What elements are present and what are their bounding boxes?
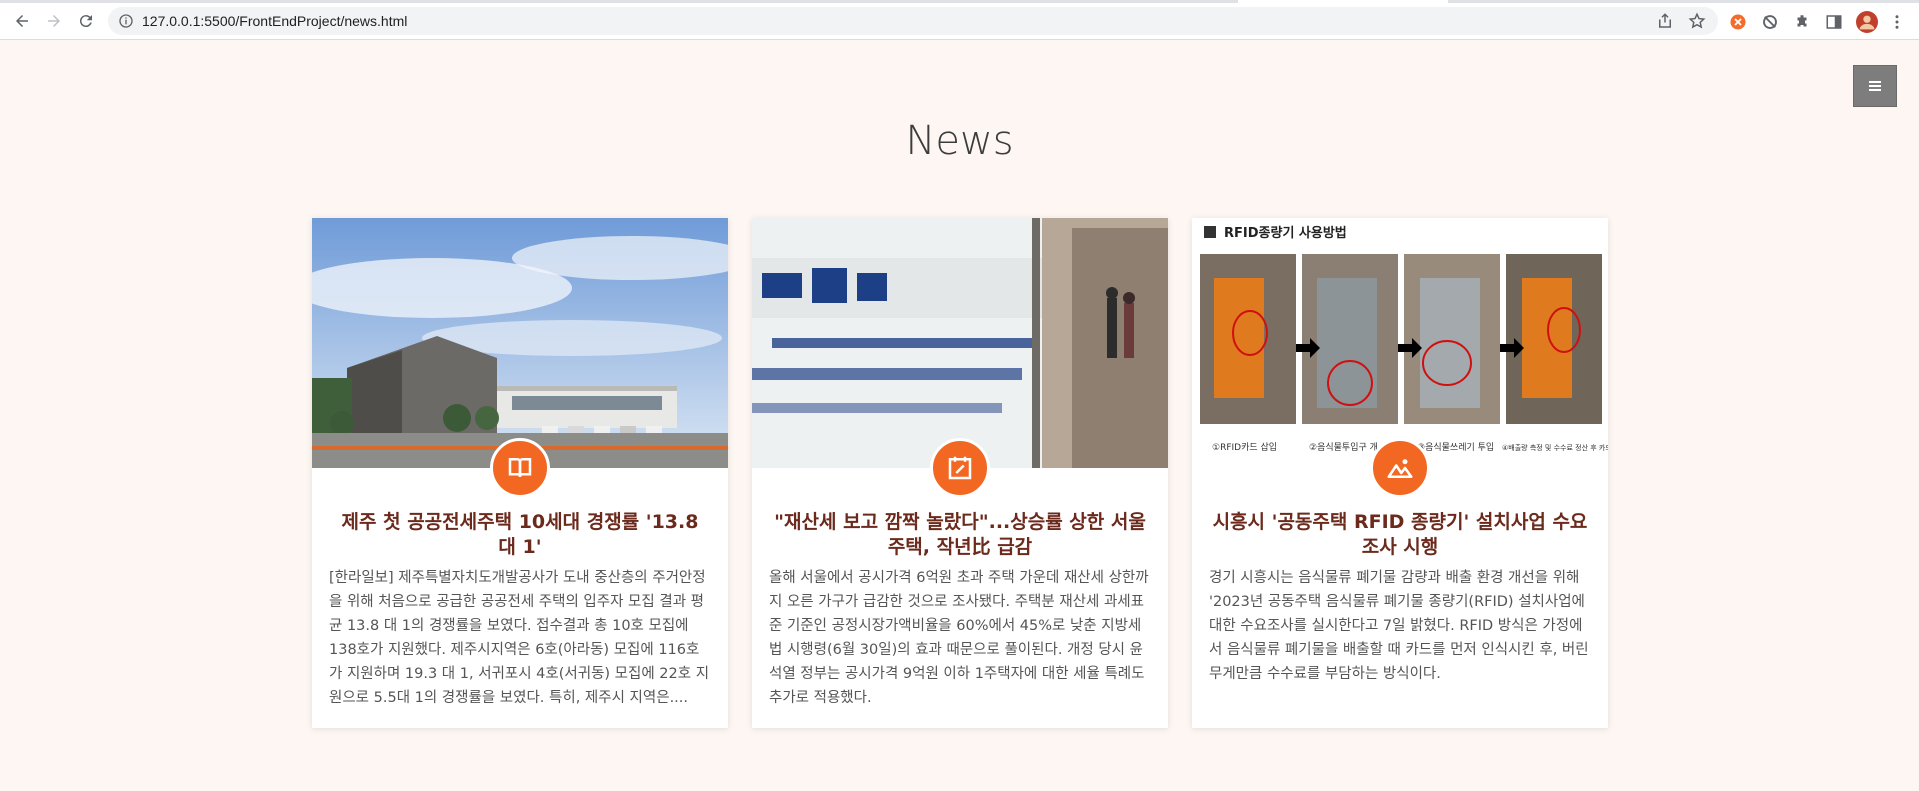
card-text: [한라일보] 제주특별자치도개발공사가 도내 중산층의 주거안정을 위해 처음으…: [329, 570, 710, 706]
extension-icon[interactable]: [1729, 13, 1747, 31]
profile-icon[interactable]: [1856, 11, 1878, 33]
rfid-step-2: ②음식물투입구 개: [1309, 441, 1378, 453]
calendar-edit-icon: [930, 438, 990, 498]
card-text: 경기 시흥시는 음식물류 폐기물 감량과 배출 환경 개선을 위해 '2023년…: [1209, 570, 1589, 682]
info-icon[interactable]: [118, 13, 134, 29]
real-estate-window-photo[interactable]: [752, 218, 1168, 468]
rfid-instructions[interactable]: RFID종량기 사용방법 ①RFID카드 삽입 ②음식물투입구 개 ③음식물쓰레…: [1192, 218, 1608, 468]
card-title[interactable]: "재산세 보고 깜짝 놀랐다"...상승률 상한 서울 주택, 작년比 급감: [772, 510, 1148, 560]
address-bar[interactable]: 127.0.0.1:5500/FrontEndProject/news.html: [108, 7, 1718, 35]
puzzle-icon[interactable]: [1793, 13, 1811, 31]
star-icon[interactable]: [1688, 12, 1706, 30]
reload-icon[interactable]: [72, 7, 100, 35]
news-card[interactable]: "재산세 보고 깜짝 놀랐다"...상승률 상한 서울 주택, 작년比 급감 올…: [752, 218, 1168, 728]
forward-icon[interactable]: [40, 7, 68, 35]
browser-toolbar: 127.0.0.1:5500/FrontEndProject/news.html: [0, 3, 1919, 40]
book-icon: [490, 438, 550, 498]
rfid-step-4: ④배출량 측정 및 수수료 정산 후 카드회수: [1502, 443, 1608, 452]
rfid-heading: RFID종량기 사용방법: [1224, 225, 1347, 241]
rfid-step-1: ①RFID카드 삽입: [1212, 441, 1277, 453]
back-icon[interactable]: [8, 7, 36, 35]
extension-icon[interactable]: [1761, 13, 1779, 31]
news-card[interactable]: RFID종량기 사용방법 ①RFID카드 삽입 ②음식물투입구 개 ③음식물쓰레…: [1192, 218, 1608, 728]
url-text[interactable]: 127.0.0.1:5500/FrontEndProject/news.html: [142, 13, 407, 29]
more-icon[interactable]: [1888, 13, 1906, 31]
sidebar-icon[interactable]: [1825, 13, 1843, 31]
building-photo[interactable]: [312, 218, 728, 468]
card-text: 올해 서울에서 공시가격 6억원 초과 주택 가운데 재산세 상한까지 오른 가…: [769, 570, 1149, 706]
news-cards: 제주 첫 공공전세주택 10세대 경쟁률 '13.8 대 1' [한라일보] 제…: [312, 218, 1608, 728]
rfid-step-3: ③음식물쓰레기 투입: [1417, 441, 1494, 453]
card-title[interactable]: 제주 첫 공공전세주택 10세대 경쟁률 '13.8 대 1': [332, 510, 708, 560]
hamburger-icon[interactable]: [1853, 65, 1897, 107]
page-title: News: [905, 118, 1014, 164]
news-card[interactable]: 제주 첫 공공전세주택 10세대 경쟁률 '13.8 대 1' [한라일보] 제…: [312, 218, 728, 728]
card-title[interactable]: 시흥시 '공동주택 RFID 종량기' 설치사업 수요조사 시행: [1212, 510, 1588, 560]
image-icon: [1370, 438, 1430, 498]
rfid-heading-marker: [1204, 226, 1216, 238]
share-icon[interactable]: [1656, 12, 1674, 30]
